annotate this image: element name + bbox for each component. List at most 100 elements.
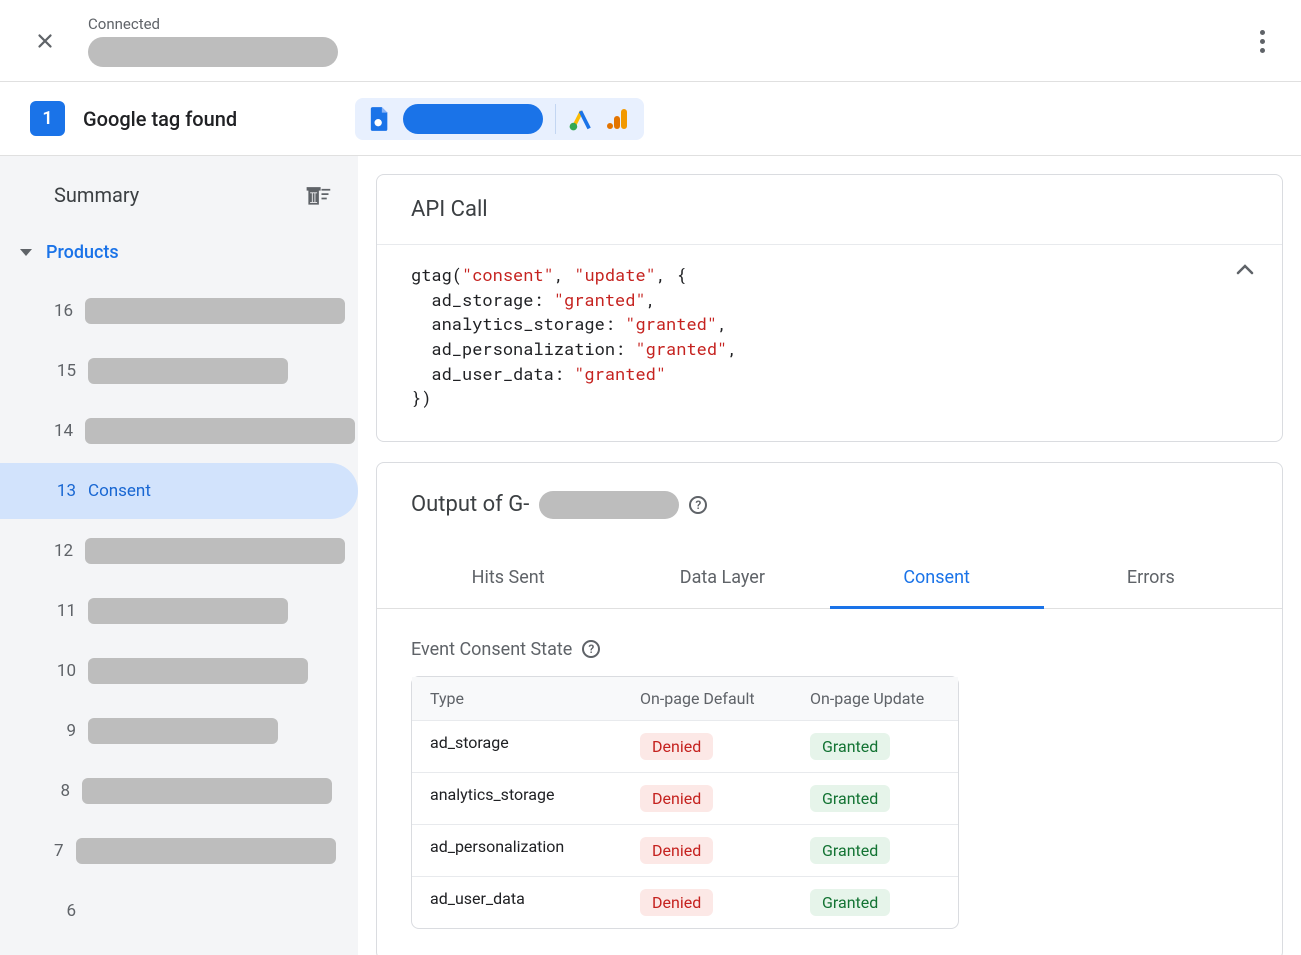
redacted-domain [88,37,338,67]
event-num: 10 [54,661,76,681]
code-val: "granted" [635,337,727,360]
event-num: 7 [54,841,64,861]
summary-row[interactable]: Summary [0,182,358,208]
event-row[interactable]: 7 [0,823,358,879]
redacted-event [88,718,278,744]
tab-errors[interactable]: Errors [1044,549,1258,608]
consent-default: Denied [622,877,792,928]
topbar-info: Connected [88,15,338,67]
event-num: 13 [54,481,76,501]
code-comma: , [717,312,727,335]
connected-label: Connected [88,15,338,33]
gtag-icon [369,105,391,133]
event-consent-state-header: Event Consent State ? [377,609,1282,676]
clear-icon[interactable] [304,182,332,208]
consent-table-header: Type On-page Default On-page Update [412,677,958,721]
col-default: On-page Default [622,677,792,720]
pill-granted: Granted [810,785,890,812]
tag-chips[interactable] [355,98,644,140]
pill-granted: Granted [810,837,890,864]
summary-label: Summary [54,183,139,207]
content: API Call gtag("consent", "update", { ad_… [358,156,1301,955]
chevron-up-icon[interactable] [1236,263,1254,275]
pill-denied: Denied [640,889,713,916]
api-call-card: API Call gtag("consent", "update", { ad_… [376,174,1283,442]
consent-update: Granted [792,877,960,928]
output-card: Output of G- ? Hits Sent Data Layer Cons… [376,462,1283,955]
code-brace: }) [411,386,431,409]
redacted-event [88,598,288,624]
code-key: analytics_storage: [411,312,625,335]
google-analytics-icon [606,107,630,131]
event-num: 12 [54,541,73,561]
sidebar: Summary Products 16 15 14 13 [0,156,358,955]
event-row[interactable]: 15 [0,343,358,399]
tag-found-title: Google tag found [83,107,237,131]
redacted-event [85,418,355,444]
event-label: Consent [88,481,151,501]
help-icon[interactable]: ? [582,640,600,658]
consent-row: analytics_storage Denied Granted [412,773,958,825]
redacted-measurement-id [539,491,679,519]
output-title: Output of G- ? [377,463,1282,529]
col-update: On-page Update [792,677,960,720]
overflow-menu-icon[interactable] [1260,30,1265,53]
pill-granted: Granted [810,889,890,916]
consent-type: ad_storage [412,721,622,772]
event-num: 6 [54,901,76,921]
code-val: "granted" [625,312,717,335]
pill-granted: Granted [810,733,890,760]
tab-consent[interactable]: Consent [830,549,1044,609]
consent-type: ad_user_data [412,877,622,928]
event-num: 16 [54,301,73,321]
event-num: 9 [54,721,76,741]
event-row[interactable]: 14 [0,403,358,459]
products-header[interactable]: Products [0,242,358,263]
help-icon[interactable]: ? [689,496,707,514]
event-row-consent[interactable]: 13 Consent [0,463,358,519]
code-comma: , [727,337,737,360]
topbar: Connected [0,0,1301,82]
consent-default: Denied [622,773,792,824]
pill-denied: Denied [640,837,713,864]
divider [555,104,556,134]
code-val: "granted" [574,362,666,385]
code-arg: "consent" [462,263,554,286]
pill-denied: Denied [640,733,713,760]
consent-default: Denied [622,721,792,772]
event-row[interactable]: 6 [0,883,358,939]
chevron-down-icon [20,249,32,256]
consent-type: ad_personalization [412,825,622,876]
event-num: 15 [54,361,76,381]
code-fn: gtag [411,263,452,286]
event-row[interactable]: 12 [0,523,358,579]
code-key: ad_storage: [411,288,554,311]
tab-data-layer[interactable]: Data Layer [615,549,829,608]
output-tabs: Hits Sent Data Layer Consent Errors [377,549,1282,609]
tag-found-bar: 1 Google tag found [0,82,1301,156]
redacted-event [82,778,332,804]
col-type: Type [412,677,622,720]
close-icon[interactable] [34,30,56,52]
code-key: ad_user_data: [411,362,574,385]
redacted-event [76,838,336,864]
redacted-event [85,538,345,564]
event-row[interactable]: 9 [0,703,358,759]
redacted-event [85,298,345,324]
consent-default: Denied [622,825,792,876]
consent-update: Granted [792,773,960,824]
event-row[interactable]: 11 [0,583,358,639]
tab-hits-sent[interactable]: Hits Sent [401,549,615,608]
consent-update: Granted [792,721,960,772]
event-row[interactable]: 8 [0,763,358,819]
consent-row: ad_storage Denied Granted [412,721,958,773]
event-row[interactable]: 10 [0,643,358,699]
output-prefix: Output of G- [411,492,529,517]
redacted-event [88,658,308,684]
layout: Summary Products 16 15 14 13 [0,156,1301,955]
consent-update: Granted [792,825,960,876]
event-num: 8 [54,781,70,801]
event-row[interactable]: 16 [0,283,358,339]
event-num: 14 [54,421,73,441]
redacted-event [88,358,288,384]
